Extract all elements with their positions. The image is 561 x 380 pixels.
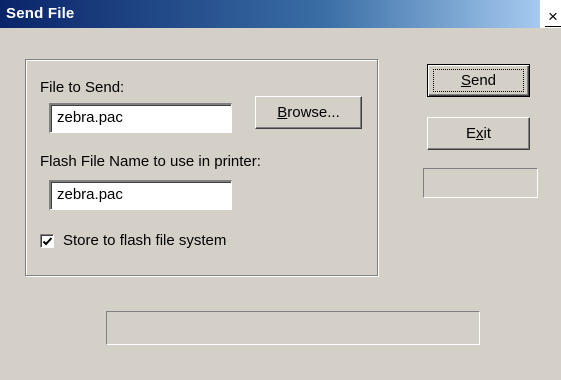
focus-rect: [433, 69, 524, 92]
file-to-send-input[interactable]: zebra.pac: [49, 103, 232, 133]
exit-label-mnemonic: x: [476, 125, 484, 142]
browse-label-mnemonic: B: [277, 104, 288, 121]
browse-button[interactable]: Browse...: [255, 96, 362, 129]
exit-button[interactable]: Exit: [427, 117, 530, 150]
store-flash-label[interactable]: Store to flash file system: [63, 232, 226, 249]
flash-name-label: Flash File Name to use in printer:: [40, 153, 261, 170]
status-panel: [423, 168, 538, 198]
file-to-send-label: File to Send:: [40, 79, 125, 96]
send-button[interactable]: Send: [427, 64, 530, 97]
flash-name-input[interactable]: zebra.pac: [49, 180, 232, 210]
title-bar: Send File: [0, 0, 540, 28]
store-flash-checkbox[interactable]: [40, 234, 54, 248]
checkmark-icon: [42, 237, 53, 246]
exit-label-pre: E: [465, 125, 476, 142]
browse-label-post: rowse...: [287, 104, 340, 121]
send-file-dialog: Send File × File to Send: zebra.pac Brow…: [0, 0, 561, 380]
progress-bar: [106, 311, 480, 345]
close-icon[interactable]: ×: [545, 8, 561, 27]
window-title: Send File: [6, 5, 75, 22]
exit-label-post: it: [483, 125, 492, 142]
